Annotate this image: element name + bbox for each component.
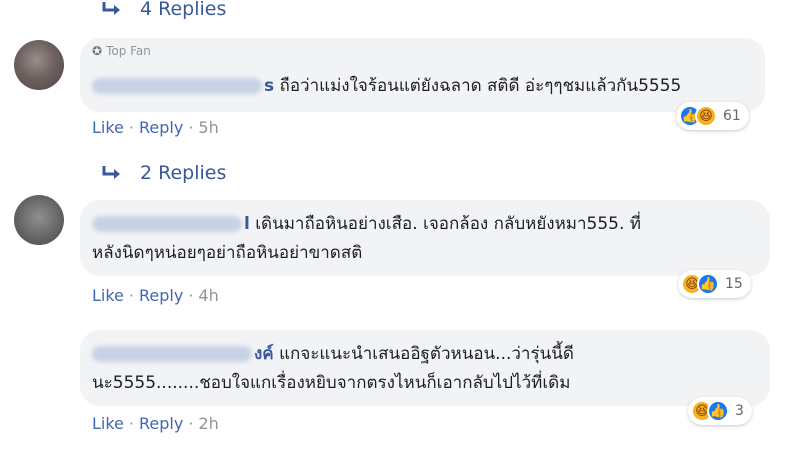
- separator-dot: ·: [128, 118, 134, 137]
- reaction-summary[interactable]: 😆 👍 15: [678, 270, 751, 298]
- timestamp[interactable]: 5h: [198, 118, 218, 137]
- replies-count-label: 2 Replies: [140, 162, 227, 184]
- comment-text: งค์ แกจะแนะนำเสนออิฐตัวหนอน...ว่ารุ่นนี้…: [92, 344, 574, 393]
- reaction-count: 15: [725, 276, 743, 292]
- reaction-count: 61: [723, 108, 741, 124]
- replies-count-label: 4 Replies: [140, 0, 227, 20]
- top-fan-icon: ✪: [92, 44, 103, 58]
- avatar[interactable]: [14, 330, 64, 380]
- view-replies-link[interactable]: 4 Replies: [100, 0, 226, 20]
- avatar[interactable]: [14, 195, 64, 245]
- avatar[interactable]: [14, 40, 64, 90]
- reply-arrow-icon: [100, 0, 126, 19]
- like-icon: 👍: [707, 400, 729, 422]
- comment-bubble: งค์ แกจะแนะนำเสนออิฐตัวหนอน...ว่ารุ่นนี้…: [80, 330, 770, 406]
- commenter-name[interactable]: งค์: [92, 344, 274, 364]
- separator-dot: ·: [128, 286, 134, 305]
- comment-bubble: l เดินมาถือหินอย่างเสือ. เจอกล้อง กลับหย…: [80, 200, 770, 276]
- reaction-summary[interactable]: 😆 👍 3: [688, 397, 752, 425]
- like-button[interactable]: Like: [92, 414, 124, 433]
- separator-dot: ·: [128, 414, 134, 433]
- comment-actions: Like · Reply · 4h: [92, 286, 219, 305]
- reaction-summary[interactable]: 👍 😆 61: [676, 102, 749, 130]
- timestamp[interactable]: 4h: [198, 286, 218, 305]
- separator-dot: ·: [188, 414, 194, 433]
- commenter-name[interactable]: s: [92, 76, 274, 96]
- haha-icon: 😆: [695, 105, 717, 127]
- comment-actions: Like · Reply · 2h: [92, 414, 219, 433]
- commenter-name[interactable]: l: [92, 214, 250, 234]
- comment-bubble: ✪ Top Fan s ถือว่าแม่งใจร้อนแต่ยังฉลาด ส…: [80, 38, 765, 112]
- separator-dot: ·: [188, 286, 194, 305]
- view-replies-link[interactable]: 2 Replies: [100, 162, 226, 184]
- top-fan-badge: ✪ Top Fan: [92, 44, 151, 58]
- separator-dot: ·: [188, 118, 194, 137]
- like-icon: 👍: [697, 273, 719, 295]
- reply-button[interactable]: Reply: [139, 118, 183, 137]
- reply-button[interactable]: Reply: [139, 414, 183, 433]
- comment-text: s ถือว่าแม่งใจร้อนแต่ยังฉลาด สติดี อ่ะๆๆ…: [92, 72, 753, 101]
- comment-actions: Like · Reply · 5h: [92, 118, 219, 137]
- reply-button[interactable]: Reply: [139, 286, 183, 305]
- reaction-count: 3: [735, 403, 744, 419]
- timestamp[interactable]: 2h: [198, 414, 218, 433]
- comment-text: l เดินมาถือหินอย่างเสือ. เจอกล้อง กลับหย…: [92, 214, 642, 263]
- reply-arrow-icon: [100, 163, 126, 183]
- like-button[interactable]: Like: [92, 286, 124, 305]
- like-button[interactable]: Like: [92, 118, 124, 137]
